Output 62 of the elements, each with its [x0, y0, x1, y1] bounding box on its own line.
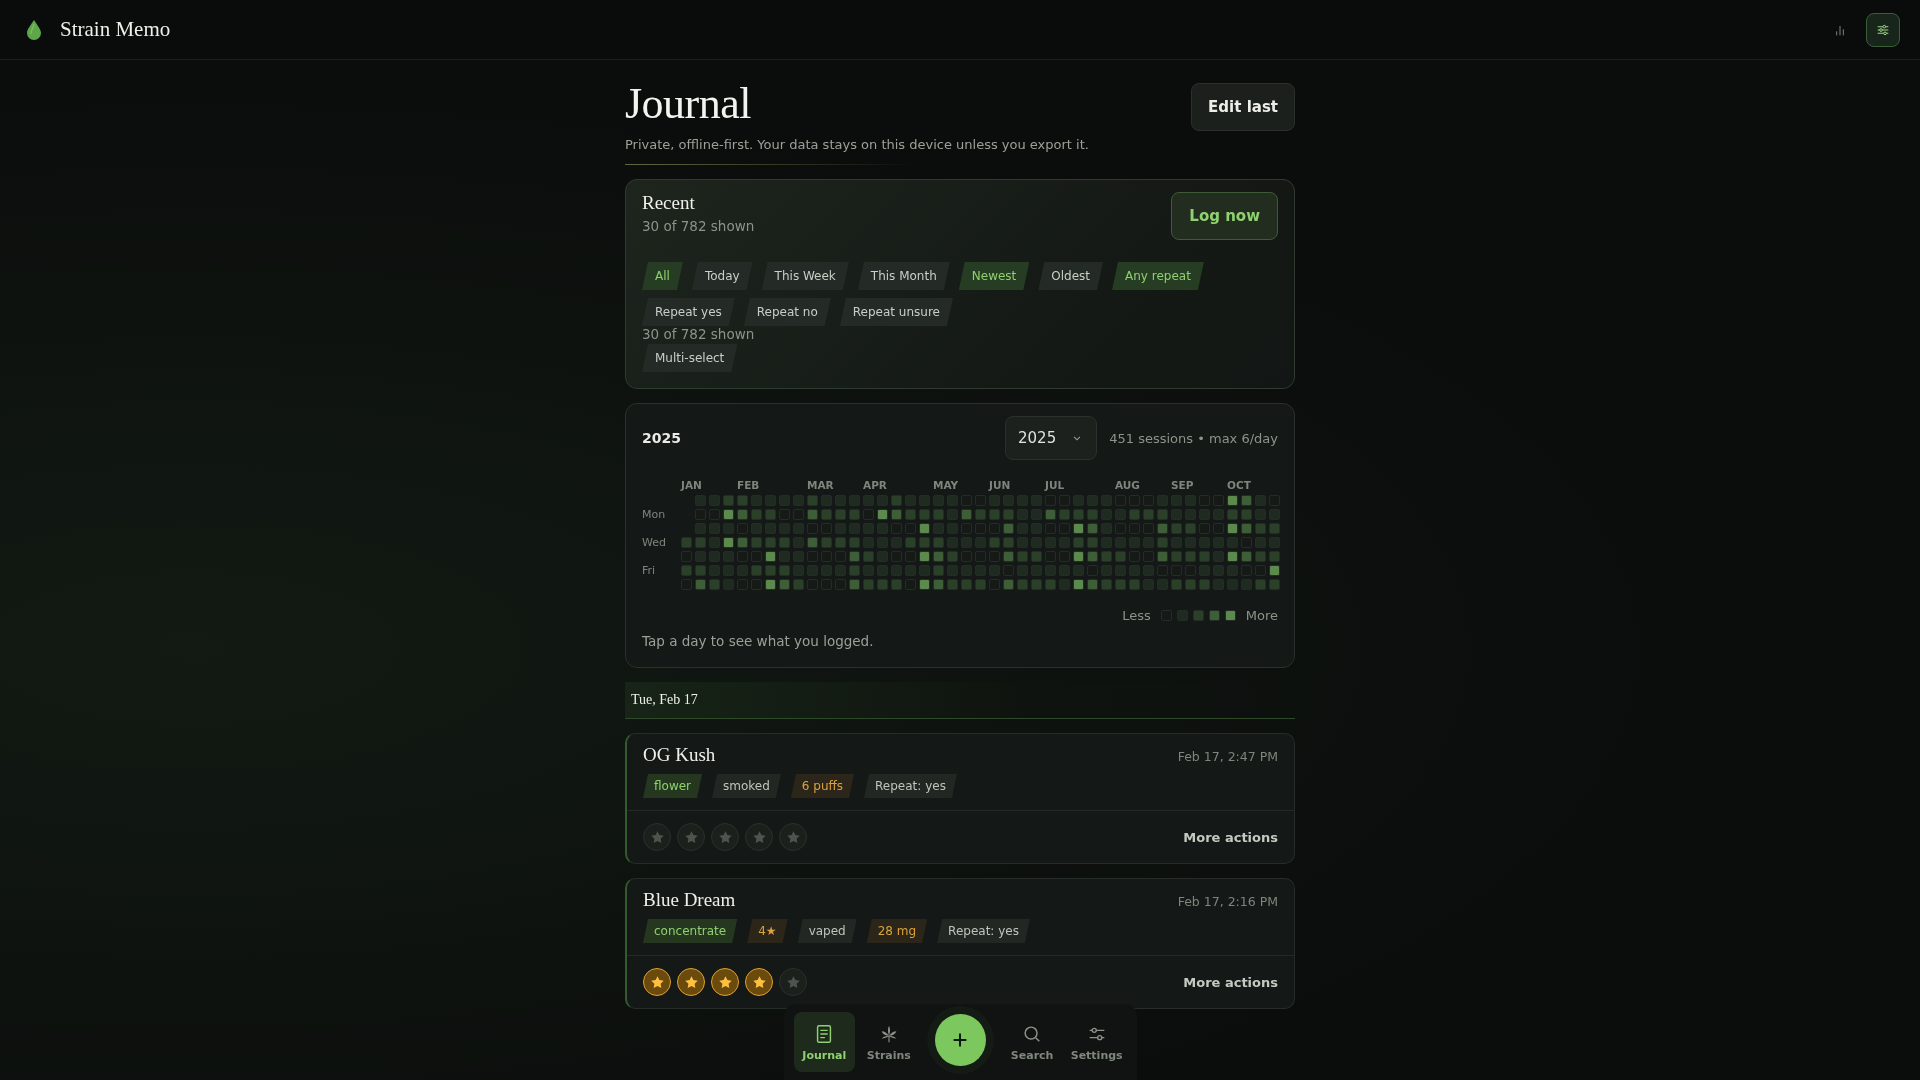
month-label: JUN: [989, 478, 1012, 492]
month-label: SEP: [1171, 478, 1195, 492]
month-label: OCT: [1227, 478, 1252, 492]
nav-tab[interactable]: Journal: [794, 1012, 855, 1072]
edit-last-button[interactable]: Edit last: [1191, 83, 1295, 131]
filter-chip[interactable]: This Week: [761, 262, 849, 290]
legend-less: Less: [1122, 608, 1151, 623]
session-summary: 451 sessions • max 6/day: [1109, 430, 1278, 446]
entry-time: Feb 17, 2:47 PM: [1177, 749, 1278, 764]
more-actions-button[interactable]: More actions: [1183, 970, 1278, 994]
entry-tag: vaped: [797, 919, 857, 943]
month-label: JAN: [681, 478, 703, 492]
heatmap-hint: Tap a day to see what you logged.: [642, 633, 875, 649]
entry-time: Feb 17, 2:16 PM: [1177, 894, 1278, 909]
app-title: Strain Memo: [60, 17, 171, 42]
entry-tag: 28 mg: [866, 919, 928, 943]
more-actions-button[interactable]: More actions: [1183, 825, 1278, 849]
year-select[interactable]: 2025: [1005, 416, 1098, 460]
page-title: Journal: [625, 78, 753, 129]
month-label: AUG: [1115, 478, 1141, 492]
multi-select-button[interactable]: Multi-select: [642, 344, 738, 372]
shown-count: 30 of 782 shown: [642, 326, 756, 342]
day-header: Tue, Feb 17: [625, 682, 1295, 719]
filter-chip[interactable]: Repeat no: [743, 298, 831, 326]
log-now-button[interactable]: Log now: [1171, 192, 1278, 240]
filter-chip[interactable]: Any repeat: [1112, 262, 1204, 290]
filter-chip[interactable]: Newest: [958, 262, 1030, 290]
entry-tag: 4★: [747, 919, 788, 943]
entry-tag: concentrate: [643, 919, 738, 943]
legend-swatch: [1224, 610, 1236, 621]
entry-tag: flower: [643, 774, 703, 798]
filter-chip[interactable]: Repeat unsure: [839, 298, 953, 326]
filter-chip[interactable]: Today: [691, 262, 753, 290]
strain-name: Blue Dream: [643, 889, 736, 911]
legend-swatch: [1192, 610, 1204, 621]
filter-chip[interactable]: This Month: [857, 262, 950, 290]
nav-tab[interactable]: Strains: [858, 1012, 920, 1072]
strain-name: OG Kush: [643, 744, 716, 766]
shown-count: 30 of 782 shown: [642, 218, 755, 234]
card-title: Recent: [642, 192, 696, 214]
page-subtitle: Private, offline-first. Your data stays on this device unless you export it.: [625, 137, 1089, 152]
month-label: JUL: [1045, 478, 1066, 492]
weekday-label: Mon: [642, 509, 667, 520]
legend-more: More: [1245, 608, 1278, 623]
month-label: MAR: [807, 478, 835, 492]
entry-tag: Repeat: yes: [864, 774, 957, 798]
filter-chip[interactable]: Repeat yes: [642, 298, 735, 326]
month-label: APR: [863, 478, 888, 492]
month-label: MAY: [933, 478, 960, 492]
weekday-label: Wed: [642, 537, 667, 548]
filter-chip[interactable]: All: [642, 262, 683, 290]
year-title: 2025: [642, 430, 682, 446]
nav-tab[interactable]: Settings: [1066, 1012, 1127, 1072]
settings-button[interactable]: [1866, 12, 1900, 47]
entry-tag: smoked: [712, 774, 781, 798]
entry-tag: 6 puffs: [790, 774, 855, 798]
legend-swatch: [1208, 610, 1220, 621]
entry-tag: Repeat: yes: [937, 919, 1030, 943]
nav-tab[interactable]: Search: [1001, 1012, 1063, 1072]
month-label: FEB: [737, 478, 761, 492]
filter-chip[interactable]: Oldest: [1038, 262, 1104, 290]
weekday-label: Fri: [642, 565, 657, 576]
